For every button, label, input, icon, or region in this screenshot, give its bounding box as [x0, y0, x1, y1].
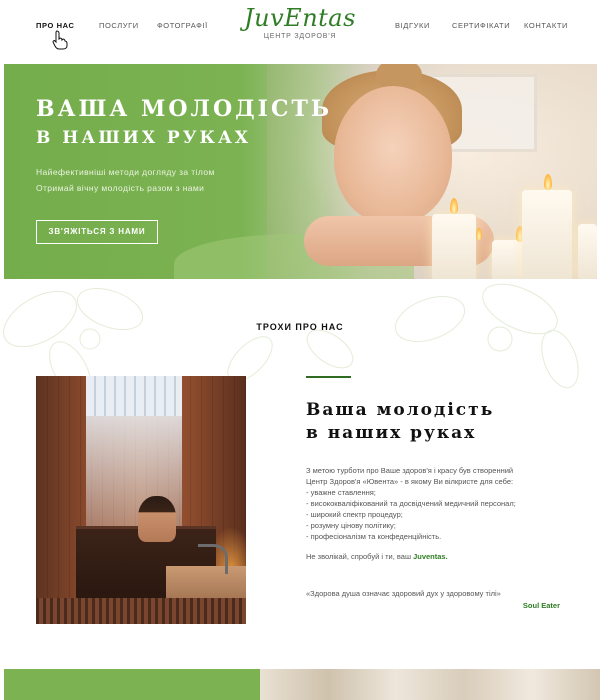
- about-section: ТРОХИ ПРО НАС Ваша молодість в наших рук…: [0, 279, 600, 669]
- top-navigation: ПРО НАС ПОСЛУГИ ФОТОГРАФІЇ JuvEntas ЦЕНТ…: [0, 0, 600, 64]
- nav-item-certificates[interactable]: СЕРТИФІКАТИ: [452, 21, 510, 30]
- hero-text-line2: Отримай вічну молодість разом з нами: [36, 183, 205, 193]
- nav-item-services[interactable]: ПОСЛУГИ: [99, 21, 139, 30]
- hero-banner: ВАША МОЛОДІСТЬ В НАШИХ РУКАХ Найефективн…: [4, 64, 597, 279]
- hero-title: ВАША МОЛОДІСТЬ В НАШИХ РУКАХ: [36, 94, 332, 152]
- candle: [578, 224, 597, 279]
- about-body-line: - висококваліфікований та досвідчений ме…: [306, 499, 516, 508]
- logo-subtitle: ЦЕНТР ЗДОРОВ'Я: [263, 33, 337, 40]
- about-body-line: - розумну цінову політику;: [306, 521, 396, 530]
- hand-cursor-icon: [52, 30, 68, 50]
- nav-item-photos[interactable]: ФОТОГРАФІЇ: [157, 21, 208, 30]
- nav-item-reviews[interactable]: ВІДГУКИ: [395, 21, 430, 30]
- about-title-line2: в наших руках: [306, 423, 477, 443]
- candle: [522, 190, 572, 279]
- cta-text: Не зволікай, спробуй і ти, ваш: [306, 552, 411, 561]
- site-logo[interactable]: JuvEntas ЦЕНТР ЗДОРОВ'Я: [232, 2, 368, 40]
- next-section-photo: [260, 669, 600, 700]
- faucet-icon: [198, 544, 228, 574]
- nav-item-contacts[interactable]: КОНТАКТИ: [524, 21, 568, 30]
- about-quote: «Здорова душа означає здоровий дух у здо…: [306, 589, 501, 598]
- nav-item-about[interactable]: ПРО НАС: [36, 21, 74, 30]
- about-body-line: Центр Здоров'я «Ювента» - в якому Ви віл…: [306, 477, 514, 486]
- about-call-to-action: Не зволікай, спробуй і ти, ваш Juventas.: [306, 552, 448, 561]
- wooden-floor: [36, 598, 246, 624]
- skylight: [86, 376, 182, 416]
- next-section-green-block: [4, 669, 260, 700]
- about-body-line: - професіоналізм та конфеденційність.: [306, 532, 442, 541]
- hero-title-line1: ВАША МОЛОДІСТЬ: [36, 96, 333, 122]
- about-body-line: З метою турботи про Ваше здоров'я і крас…: [306, 466, 514, 475]
- logo-title: JuvEntas: [244, 4, 356, 32]
- title-divider: [306, 376, 351, 378]
- hero-title-line2: В НАШИХ РУКАХ: [36, 128, 252, 148]
- about-description: З метою турботи про Ваше здоров'я і крас…: [306, 465, 566, 542]
- hero-description: Найефективніші методи догляду за тілом О…: [36, 164, 215, 196]
- contact-us-button[interactable]: ЗВ'ЯЖІТЬСЯ З НАМИ: [36, 220, 158, 244]
- quote-author: Soul Eater: [522, 601, 560, 610]
- about-title: Ваша молодість в наших руках: [306, 399, 494, 445]
- candle: [432, 214, 476, 279]
- about-body-line: - широкий спектр процедур;: [306, 510, 403, 519]
- hero-woman-face: [334, 86, 452, 224]
- candle-flame: [476, 228, 482, 240]
- candle-flame: [544, 174, 552, 190]
- about-heading: ТРОХИ ПРО НАС: [256, 322, 344, 332]
- candle-flame: [450, 198, 458, 214]
- bathing-woman: [138, 496, 176, 542]
- spa-bath-photo: [36, 376, 246, 624]
- hero-text-line1: Найефективніші методи догляду за тілом: [36, 167, 215, 177]
- about-body-line: - уважне ставлення;: [306, 488, 376, 497]
- cta-brand: Juventas.: [413, 552, 448, 561]
- about-title-line1: Ваша молодість: [306, 400, 495, 420]
